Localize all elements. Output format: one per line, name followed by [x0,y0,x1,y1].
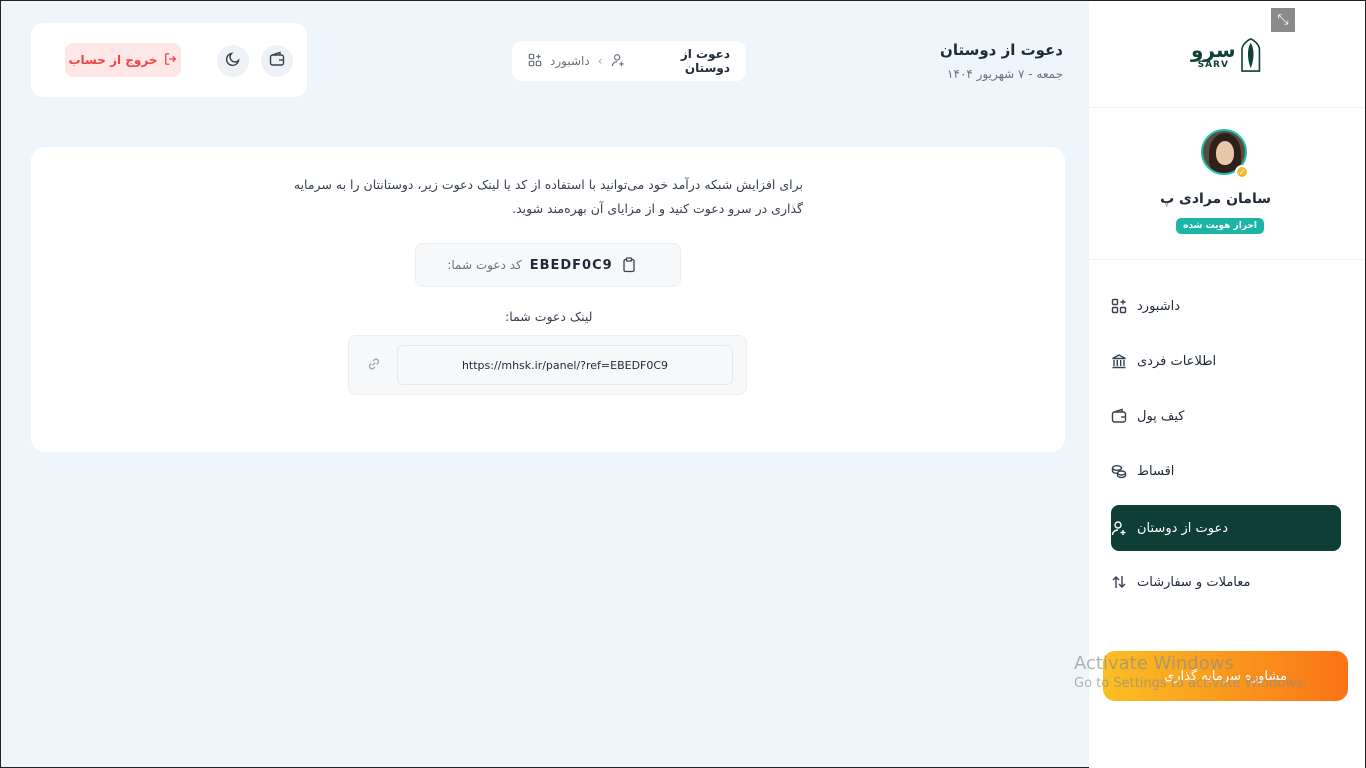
sidebar-item-wallet[interactable]: کیف پول [1111,393,1341,439]
collapse-icon[interactable]: ⤡ [1271,8,1295,32]
sidebar-item-personal-info[interactable]: اطلاعات فردی [1111,338,1341,384]
arrows-updown-icon [1111,574,1127,590]
invite-code-label: کد دعوت شما: [447,258,522,272]
invite-code-box: کد دعوت شما: EBEDF0C9 [415,243,681,287]
sidebar-item-dashboard[interactable]: داشبورد [1111,283,1341,329]
coins-icon [1111,463,1127,479]
invite-description: برای افزایش شبکه درآمد خود می‌توانید با … [293,177,803,216]
wallet-button[interactable] [261,45,293,77]
breadcrumb: داشبورد › دعوت از دوستان [512,41,746,81]
page-title: دعوت از دوستان [940,41,1063,59]
verification-badge: احراز هویت شده [1176,218,1264,234]
sidebar-item-label: کیف پول [1137,408,1185,424]
clipboard-icon[interactable] [621,257,637,273]
sidebar-item-label: اطلاعات فردی [1137,353,1217,369]
breadcrumb-current: دعوت از دوستان [680,47,730,75]
investment-consult-button[interactable]: مشاوره سرمایه گذاری [1103,651,1348,701]
invite-code-value: EBEDF0C9 [529,257,613,273]
invite-card: برای افزایش شبکه درآمد خود می‌توانید با … [31,147,1065,452]
bank-icon [1111,353,1127,369]
invite-link-label: لینک دعوت شما: [505,309,593,324]
sidebar-item-installments[interactable]: اقساط [1111,448,1341,494]
brand-name-fa: سرو [1191,38,1236,62]
user-plus-icon [1111,520,1127,536]
sidebar-item-trades-orders[interactable]: معاملات و سفارشات [1111,559,1341,605]
brand-text: سرو SARV [1191,40,1236,70]
brand-logo[interactable]: سرو SARV [1191,27,1261,83]
cypress-tree-icon [1240,38,1260,72]
verified-check-icon: ✓ [1235,165,1249,179]
breadcrumb-home-link[interactable]: داشبورد [550,54,590,68]
grid-plus-icon [1111,298,1127,314]
sidebar-item-label: معاملات و سفارشات [1137,574,1251,590]
sidebar-item-invite-friends[interactable]: دعوت از دوستان [1111,505,1341,551]
link-icon[interactable] [367,356,383,372]
page-date: جمعه - ۷ شهریور ۱۴۰۴ [947,67,1063,81]
logout-label: خروج از حساب [68,53,158,67]
user-name: سامان مرادی پ [1160,191,1271,207]
sidebar-item-label: داشبورد [1137,298,1180,314]
wallet-icon [1111,408,1127,424]
chevron-left-icon: › [597,54,603,68]
invite-link-field[interactable]: https://mhsk.ir/panel/?ref=EBEDF0C9 [397,345,733,385]
sidebar-divider [1089,107,1365,108]
sidebar-divider [1089,259,1365,260]
theme-toggle-button[interactable] [217,45,249,77]
logout-button[interactable]: خروج از حساب [65,43,181,77]
wallet-icon [269,51,285,71]
brand-name-en: SARV [1197,60,1229,70]
sidebar-item-label: اقساط [1137,463,1175,479]
sidebar-item-label: دعوت از دوستان [1137,520,1229,536]
sidebar: ⤡ سرو SARV ✓ سامان مرادی پ احراز هویت شد… [1089,1,1365,768]
logout-icon [164,52,178,69]
header-actions: خروج از حساب [31,23,307,97]
grid-plus-icon [528,53,542,70]
moon-icon [225,51,241,71]
user-plus-icon [611,53,625,70]
invite-link-box: https://mhsk.ir/panel/?ref=EBEDF0C9 [348,335,747,395]
